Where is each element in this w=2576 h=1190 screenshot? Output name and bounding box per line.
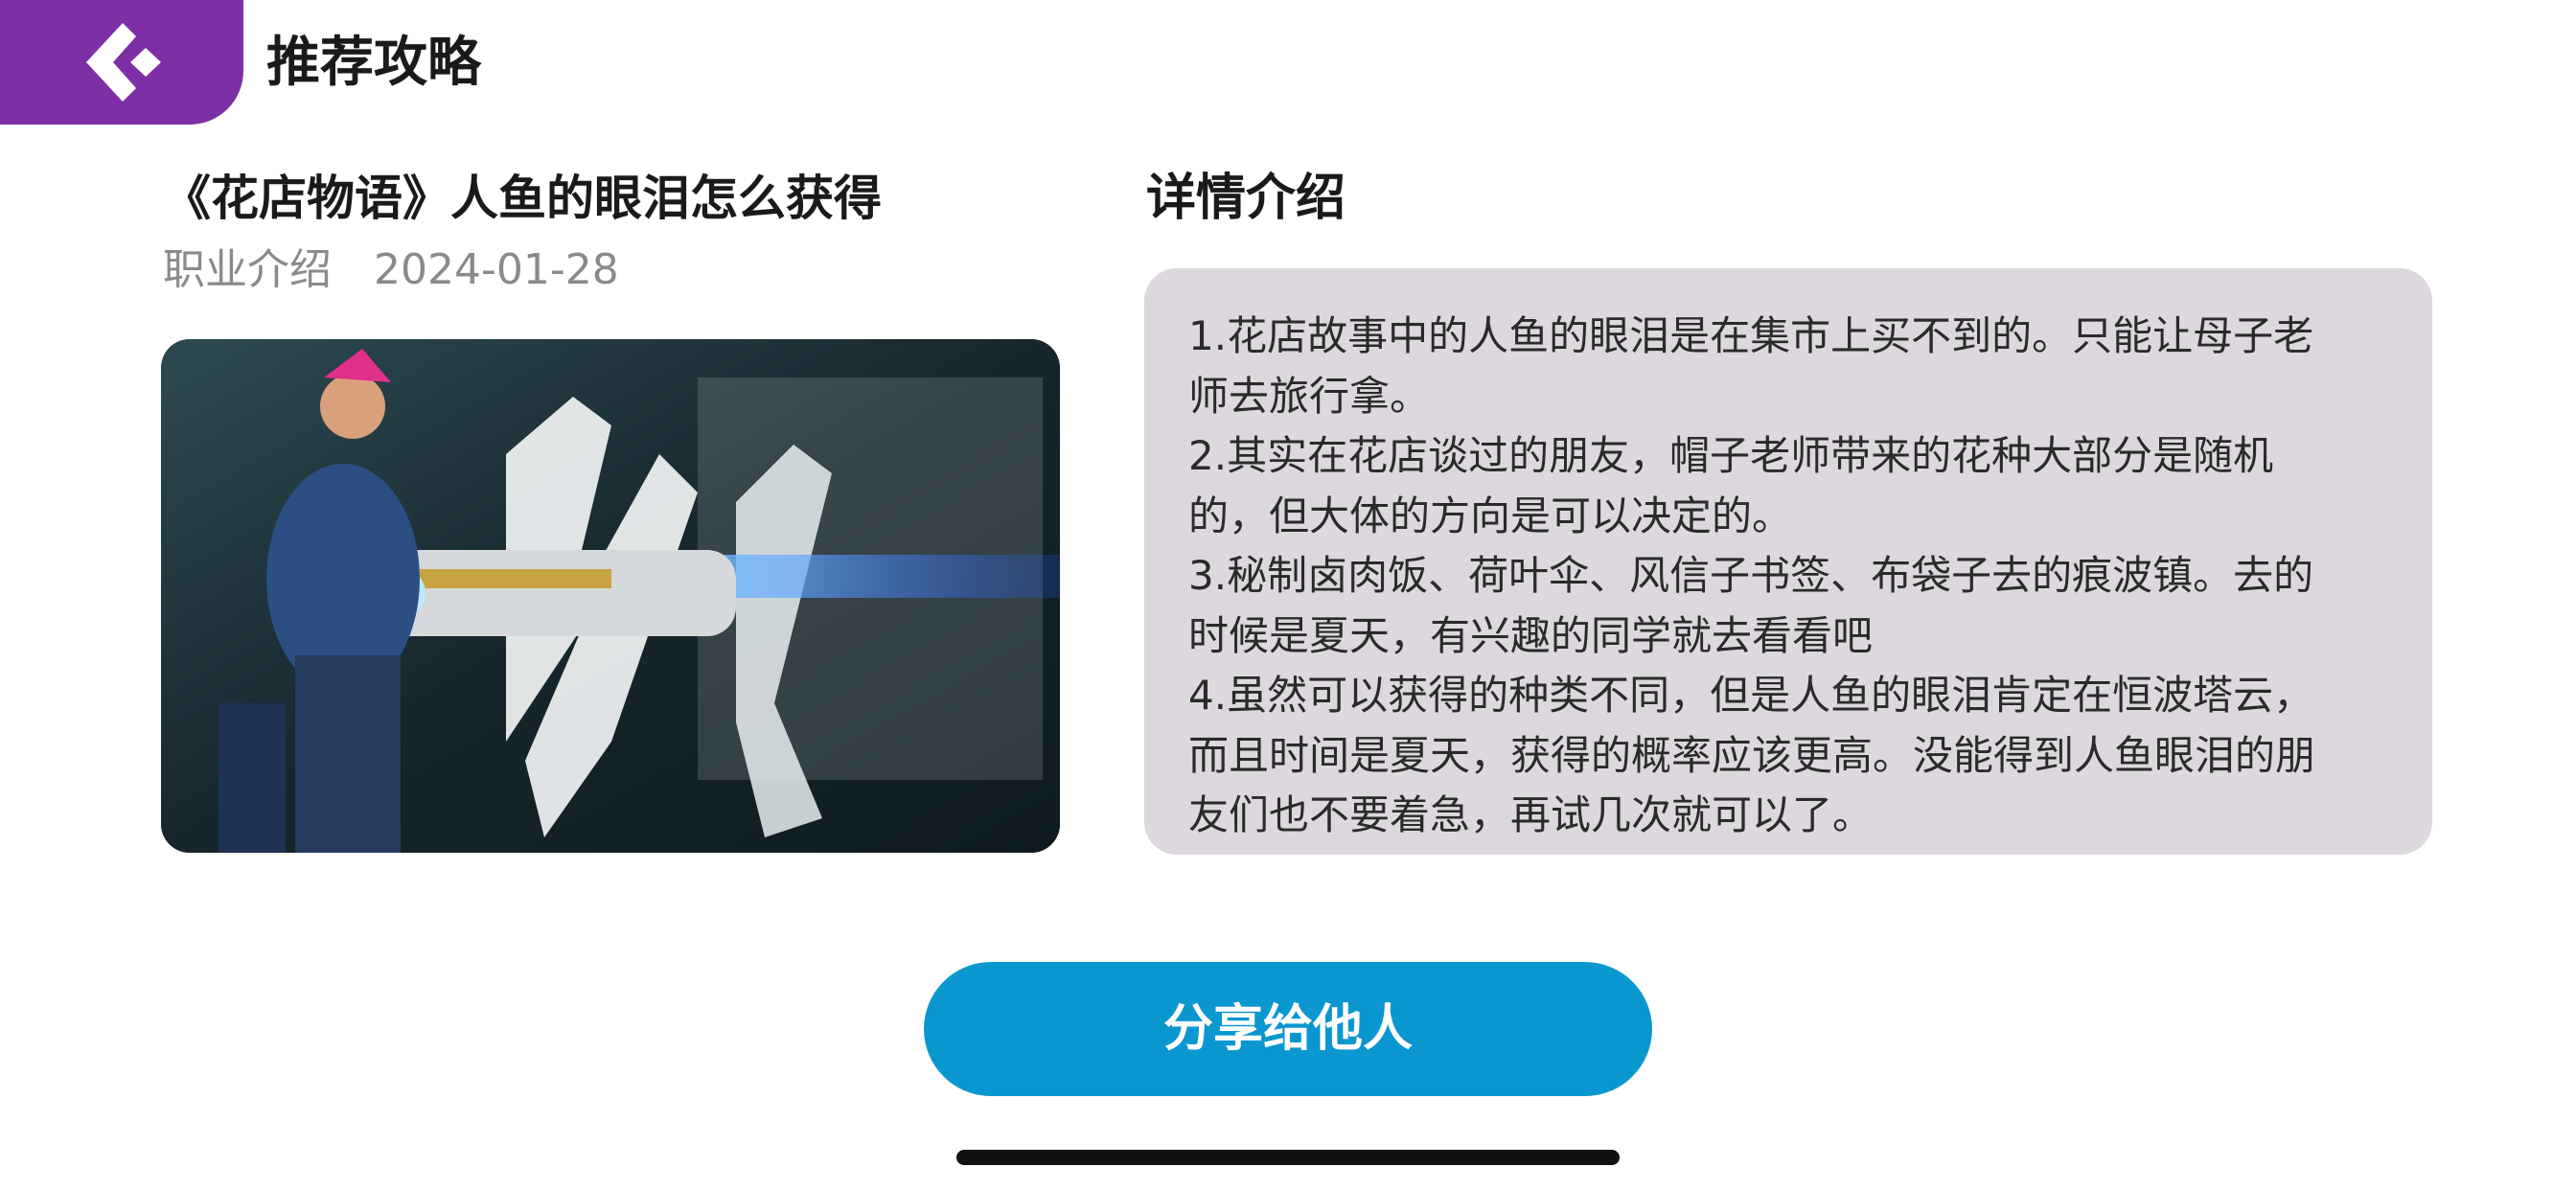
back-button[interactable]: [0, 0, 243, 125]
article-category: 职业介绍: [163, 245, 332, 294]
detail-heading: 详情介绍: [1146, 170, 1346, 227]
detail-line: 3.秘制卤肉饭、荷叶伞、风信子书签、布袋子去的痕波镇。去的: [1188, 552, 2314, 599]
detail-line: 友们也不要着急，再试几次就可以了。: [1188, 791, 1874, 838]
article-date: 2024-01-28: [374, 245, 619, 294]
page: 推荐攻略 《花店物语》人鱼的眼泪怎么获得 职业介绍 2024-01-28 详情介…: [0, 0, 2576, 1190]
article-meta: 职业介绍 2024-01-28: [163, 240, 619, 301]
detail-line: 师去旅行拿。: [1188, 372, 1431, 420]
home-indicator[interactable]: [956, 1150, 1620, 1165]
back-arrow-diamond-icon: [86, 23, 161, 102]
article-cover-image: [161, 339, 1060, 853]
detail-line: 而且时间是夏天，获得的概率应该更高。没能得到人鱼眼泪的朋: [1188, 731, 2316, 779]
detail-content: 1.花店故事中的人鱼的眼泪是在集市上买不到的。只能让母子老 师去旅行拿。 2.其…: [1144, 268, 2432, 855]
detail-line: 2.其实在花店谈过的朋友，帽子老师带来的花种大部分是随机: [1188, 432, 2274, 479]
share-button[interactable]: 分享给他人: [924, 962, 1652, 1096]
page-title: 推荐攻略: [266, 32, 481, 94]
detail-line: 时候是夏天，有兴趣的同学就去看看吧: [1188, 611, 1874, 659]
detail-line: 4.虽然可以获得的种类不同，但是人鱼的眼泪肯定在恒波塔云，: [1188, 672, 2314, 719]
detail-line: 的，但大体的方向是可以决定的。: [1188, 492, 1793, 539]
article-title: 《花店物语》人鱼的眼泪怎么获得: [163, 171, 882, 226]
detail-line: 1.花店故事中的人鱼的眼泪是在集市上买不到的。只能让母子老: [1188, 312, 2314, 359]
